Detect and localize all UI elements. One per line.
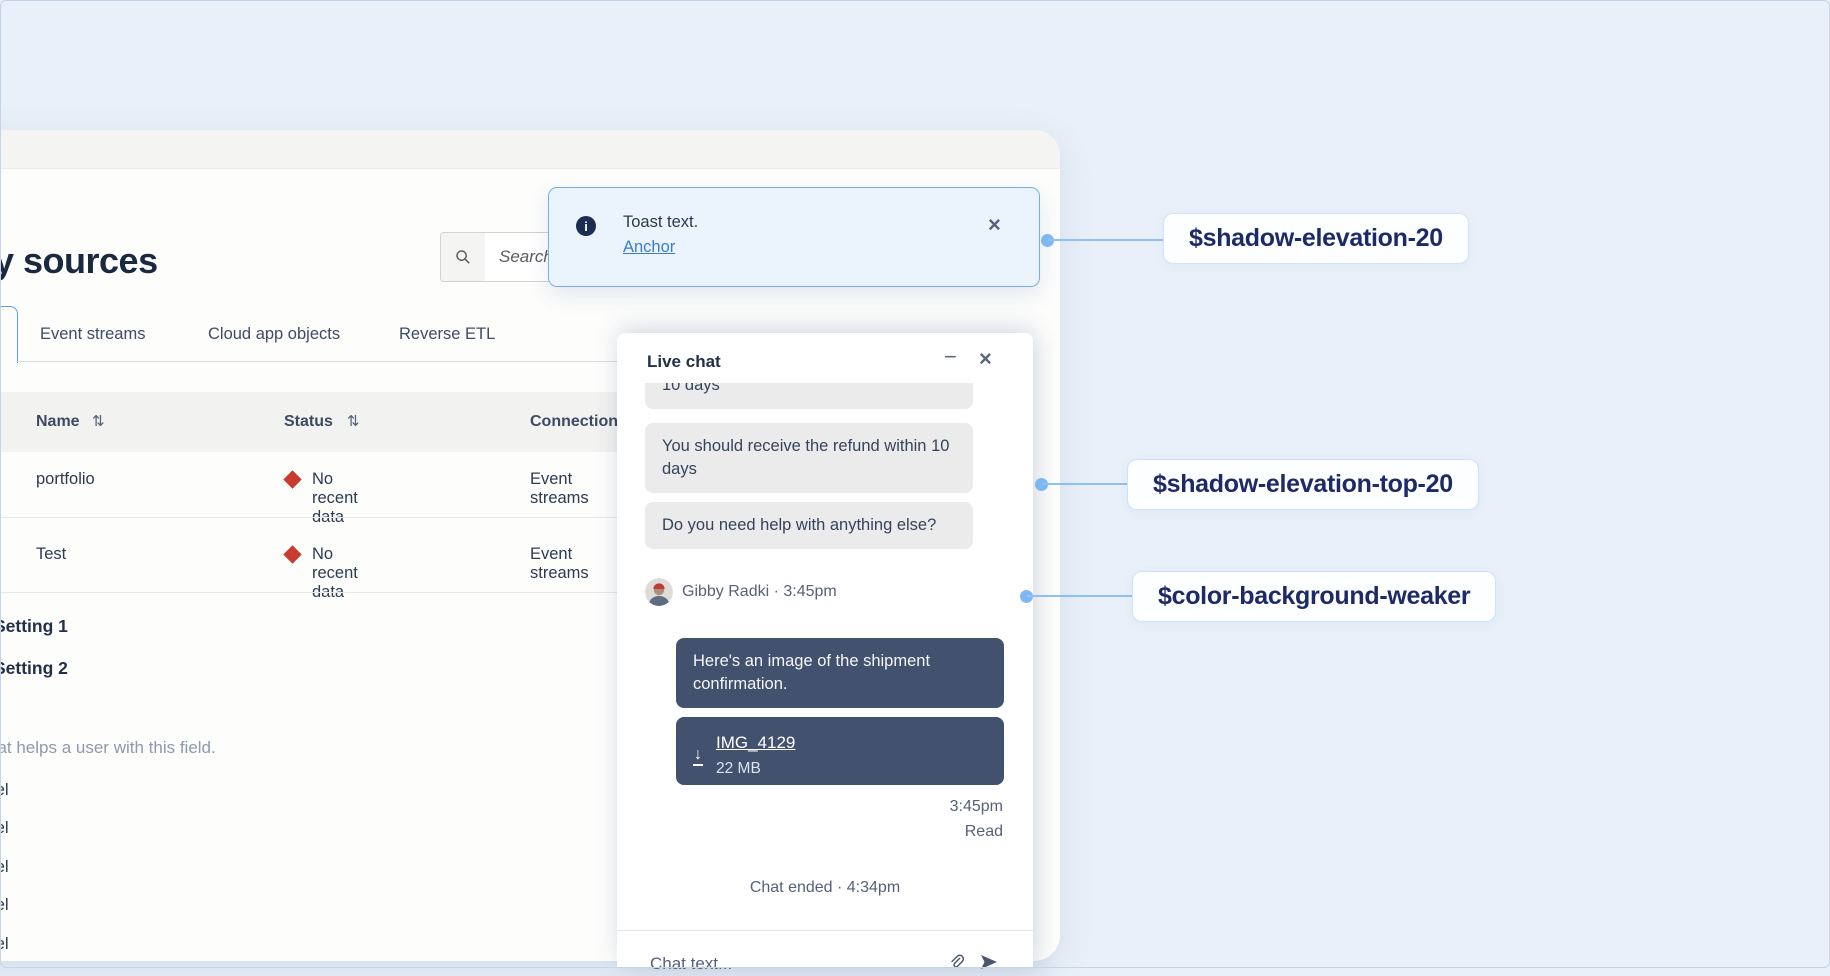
tab-event-streams[interactable]: Event streams [40, 325, 145, 344]
read-receipt: Read [964, 823, 1003, 840]
callout-line [1042, 483, 1127, 485]
column-header-name[interactable]: Name [36, 413, 80, 431]
field-label: bel [0, 818, 9, 837]
field-label: bel [0, 895, 9, 914]
setting-label-1: Setting 1 [0, 616, 68, 636]
table-bottom-border [0, 592, 640, 593]
cell-name: portfolio [36, 470, 95, 488]
tab-reverse-etl[interactable]: Reverse ETL [399, 325, 495, 344]
cell-connection: Event streams [530, 470, 589, 507]
chat-agent-caption: Gibby Radki · 3:45pm [682, 583, 837, 600]
page-title: y sources [0, 240, 158, 281]
chat-message-file: ↓ IMG_4129 22 MB [676, 717, 1004, 785]
column-header-status[interactable]: Status [284, 413, 333, 431]
cell-connection: Event streams [530, 545, 589, 582]
search-icon [441, 233, 485, 281]
field-label: bel [0, 857, 9, 876]
chat-title: Live chat [647, 352, 721, 371]
chat-message-agent: Do you need help with anything else? [645, 502, 973, 549]
chat-footer [617, 931, 1033, 975]
download-icon: ↓ [693, 746, 703, 766]
sort-icon[interactable]: ⇅ [92, 412, 105, 430]
tab-strip-divider [16, 361, 641, 362]
avatar [645, 578, 673, 606]
column-header-connection[interactable]: Connection [530, 413, 618, 431]
send-icon[interactable] [980, 954, 998, 975]
chat-message-user: Here's an image of the shipment confirma… [676, 638, 1004, 708]
file-link[interactable]: IMG_4129 [716, 731, 795, 754]
field-label: bel [0, 934, 9, 953]
callout-line [1048, 239, 1163, 241]
toast [548, 187, 1040, 287]
annotation-shadow-elevation-top-20: $shadow-elevation-top-20 [1127, 459, 1479, 510]
chat-message-area[interactable]: 10 days You should receive the refund wi… [617, 383, 1033, 930]
row-divider [0, 517, 640, 518]
info-icon: i [576, 216, 596, 236]
close-icon[interactable]: × [988, 212, 1001, 238]
toast-text: Toast text. [623, 213, 699, 231]
file-size: 22 MB [716, 760, 761, 777]
setting-label-2: Setting 2 [0, 658, 68, 678]
chat-message-agent: 10 days [645, 383, 973, 409]
minimize-icon[interactable]: − [944, 344, 957, 370]
field-label: bel [0, 780, 9, 799]
tab-active-stub[interactable] [0, 306, 18, 363]
toast-anchor-link[interactable]: Anchor [623, 238, 675, 257]
tab-cloud-app-objects[interactable]: Cloud app objects [208, 325, 340, 344]
annotation-shadow-elevation-20: $shadow-elevation-20 [1163, 213, 1469, 264]
close-icon[interactable]: × [979, 346, 992, 372]
cell-status: No recent data [312, 470, 358, 526]
chat-message-agent: You should receive the refund within 10 … [645, 423, 973, 493]
message-timestamp: 3:45pm [949, 798, 1003, 815]
chat-ended-text: Chat ended · 4:34pm [749, 879, 901, 896]
chat-input[interactable] [648, 953, 912, 975]
cell-name: Test [36, 545, 67, 563]
cell-status: No recent data [312, 545, 358, 601]
sort-icon[interactable]: ⇅ [347, 412, 360, 430]
callout-line [1027, 595, 1132, 597]
helper-text: hat helps a user with this field. [0, 738, 216, 757]
annotation-color-background-weaker: $color-background-weaker [1132, 571, 1497, 622]
paperclip-icon[interactable] [947, 953, 965, 976]
app-card-header-strip [0, 130, 1060, 169]
